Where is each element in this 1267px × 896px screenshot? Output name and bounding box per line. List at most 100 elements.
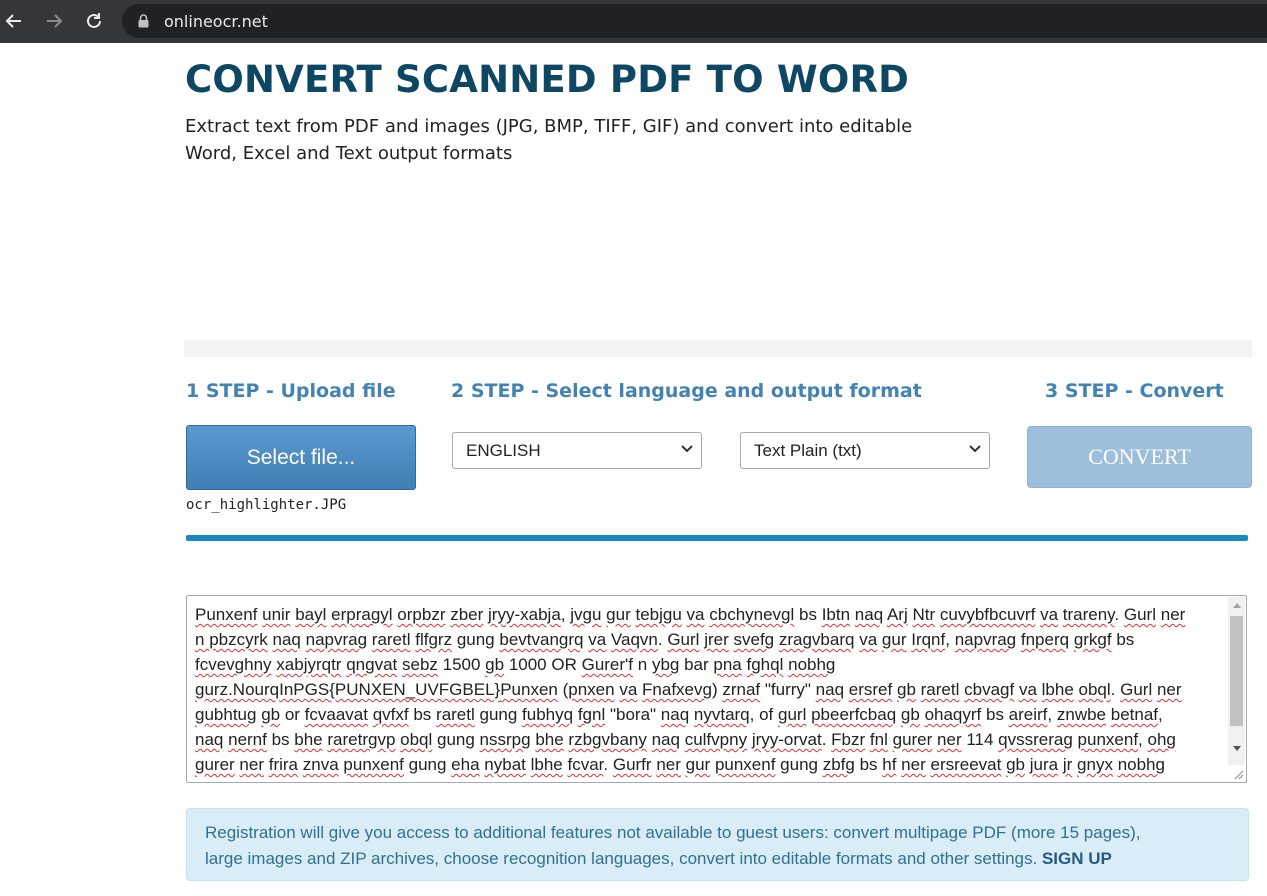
result-segment: napvrag xyxy=(305,630,368,649)
result-segment: ner xyxy=(1160,605,1186,624)
result-segment: bhe xyxy=(294,730,323,749)
result-segment: va xyxy=(686,605,705,624)
result-segment: fghql xyxy=(746,655,784,674)
result-segment: n xyxy=(633,655,652,674)
convert-button[interactable]: CONVERT xyxy=(1027,426,1252,488)
result-segment: grkgf xyxy=(1073,630,1112,649)
format-selected-value: Text Plain (txt) xyxy=(754,440,862,460)
result-line: naq nernf bs bhe raretrgvp obql gung nss… xyxy=(195,727,1217,752)
result-segment: gung xyxy=(403,755,452,774)
result-segment: , xyxy=(560,605,571,624)
lock-icon[interactable] xyxy=(138,14,149,33)
scrollbar-thumb[interactable] xyxy=(1230,616,1243,726)
select-file-button[interactable]: Select file... xyxy=(186,425,416,490)
result-segment: gur xyxy=(881,630,907,649)
result-segment: Arj xyxy=(886,605,908,624)
forward-arrow-icon[interactable] xyxy=(42,9,66,33)
result-segment: naq xyxy=(195,730,224,749)
result-text: Punxenf unir bayl erpragyl orpbzr zber j… xyxy=(195,602,1217,777)
result-segment: areirf xyxy=(1008,705,1048,724)
result-segment: gb xyxy=(1006,755,1026,774)
result-segment: gurer xyxy=(892,730,933,749)
output-format-select[interactable]: Text Plain (txt) xyxy=(740,432,990,469)
result-segment: gurer xyxy=(195,755,235,774)
result-segment: cbchynevgl xyxy=(709,605,795,624)
result-segment: zbfg xyxy=(822,755,855,774)
result-segment: ersref xyxy=(848,680,893,699)
result-segment: fcvar xyxy=(567,755,604,774)
notice-line-2-text: large images and ZIP archives, choose re… xyxy=(205,849,1038,868)
result-segment: jryy-xabja xyxy=(488,605,561,624)
registration-notice: Registration will give you access to add… xyxy=(186,808,1249,881)
result-segment: znwbe xyxy=(1056,705,1106,724)
language-select[interactable]: ENGLISH xyxy=(452,432,702,469)
result-segment: bs xyxy=(794,605,822,624)
result-segment: bs xyxy=(408,705,437,724)
step-2-heading: 2 STEP - Select language and output form… xyxy=(451,380,922,402)
result-segment: , of xyxy=(749,705,778,724)
subtitle-line-2: Word, Excel and Text output formats xyxy=(185,143,513,164)
result-segment: jryy-orvat xyxy=(751,730,822,749)
result-segment: trareny xyxy=(1062,605,1115,624)
result-segment: {PUNXEN_UVFGBEL} xyxy=(329,680,501,699)
result-segment: naq xyxy=(815,680,845,699)
result-segment: nernf xyxy=(228,730,267,749)
result-segment: gung xyxy=(452,630,500,649)
result-segment: naq xyxy=(272,630,301,649)
result-segment: , xyxy=(1047,705,1057,724)
result-segment: Gurer'f xyxy=(581,655,634,674)
result-segment: Irqnf xyxy=(911,630,946,649)
scroll-down-icon[interactable] xyxy=(1233,746,1241,751)
result-segment: gb xyxy=(896,680,916,699)
result-segment: bs xyxy=(981,705,1009,724)
result-segment: hf xyxy=(882,755,897,774)
result-segment: pbeerfcbaq xyxy=(811,705,897,724)
subtitle-line-1: Extract text from PDF and images (JPG, B… xyxy=(185,116,913,137)
result-segment: betnaf xyxy=(1110,705,1158,724)
result-segment: ner xyxy=(1156,680,1182,699)
result-segment: nobhg xyxy=(1117,755,1165,774)
result-segment: pna xyxy=(713,655,742,674)
selected-filename: ocr_highlighter.JPG xyxy=(186,497,347,513)
result-segment: pbzcyrk xyxy=(209,630,268,649)
result-segment: fgnl xyxy=(577,705,606,724)
result-segment: , xyxy=(1158,705,1163,724)
sign-up-link[interactable]: SIGN UP xyxy=(1042,849,1112,868)
result-segment: nybat xyxy=(484,755,526,774)
result-segment: "bora" xyxy=(605,705,661,724)
result-segment: va xyxy=(588,630,607,649)
result-segment: znva xyxy=(302,755,339,774)
result-segment: , xyxy=(1138,730,1148,749)
result-segment: flfgrz xyxy=(415,630,453,649)
result-segment: va xyxy=(619,680,638,699)
scroll-up-icon[interactable] xyxy=(1233,603,1241,608)
result-segment: gb xyxy=(261,705,281,724)
result-line: fcvevghny xabjyrqtr qngvat sebz 1500 gb … xyxy=(195,652,1217,677)
result-segment: va xyxy=(1018,680,1037,699)
result-segment: napvrag xyxy=(954,630,1017,649)
notice-line-2: large images and ZIP archives, choose re… xyxy=(205,846,1230,872)
result-segment: bayl xyxy=(295,605,327,624)
reload-icon[interactable] xyxy=(82,9,106,33)
result-segment: Ntr xyxy=(912,605,936,624)
result-segment: punxenf xyxy=(714,755,776,774)
result-segment: svefg xyxy=(733,630,775,649)
browser-toolbar: onlineocr.net xyxy=(0,0,1267,43)
resize-handle-icon[interactable] xyxy=(1234,770,1244,780)
result-segment: cuvybfbcuvrf xyxy=(939,605,1036,624)
result-segment: rzbgvbany xyxy=(568,730,647,749)
result-textarea[interactable]: Punxenf unir bayl erpragyl orpbzr zber j… xyxy=(186,595,1247,783)
result-segment: . xyxy=(821,730,832,749)
result-segment: frira xyxy=(268,755,299,774)
address-bar[interactable]: onlineocr.net xyxy=(122,4,1267,38)
result-segment: bevtvangrq xyxy=(499,630,584,649)
result-segment: punxenf xyxy=(1077,730,1139,749)
result-segment: nobhg xyxy=(788,655,836,674)
result-segment: ner xyxy=(656,755,681,774)
back-arrow-icon[interactable] xyxy=(2,9,26,33)
result-segment: nssrpg xyxy=(479,730,531,749)
step-1-heading: 1 STEP - Upload file xyxy=(186,380,396,402)
result-segment: zragvbarq xyxy=(778,630,855,649)
result-segment: n xyxy=(195,630,210,649)
page-subtitle: Extract text from PDF and images (JPG, B… xyxy=(185,113,985,167)
